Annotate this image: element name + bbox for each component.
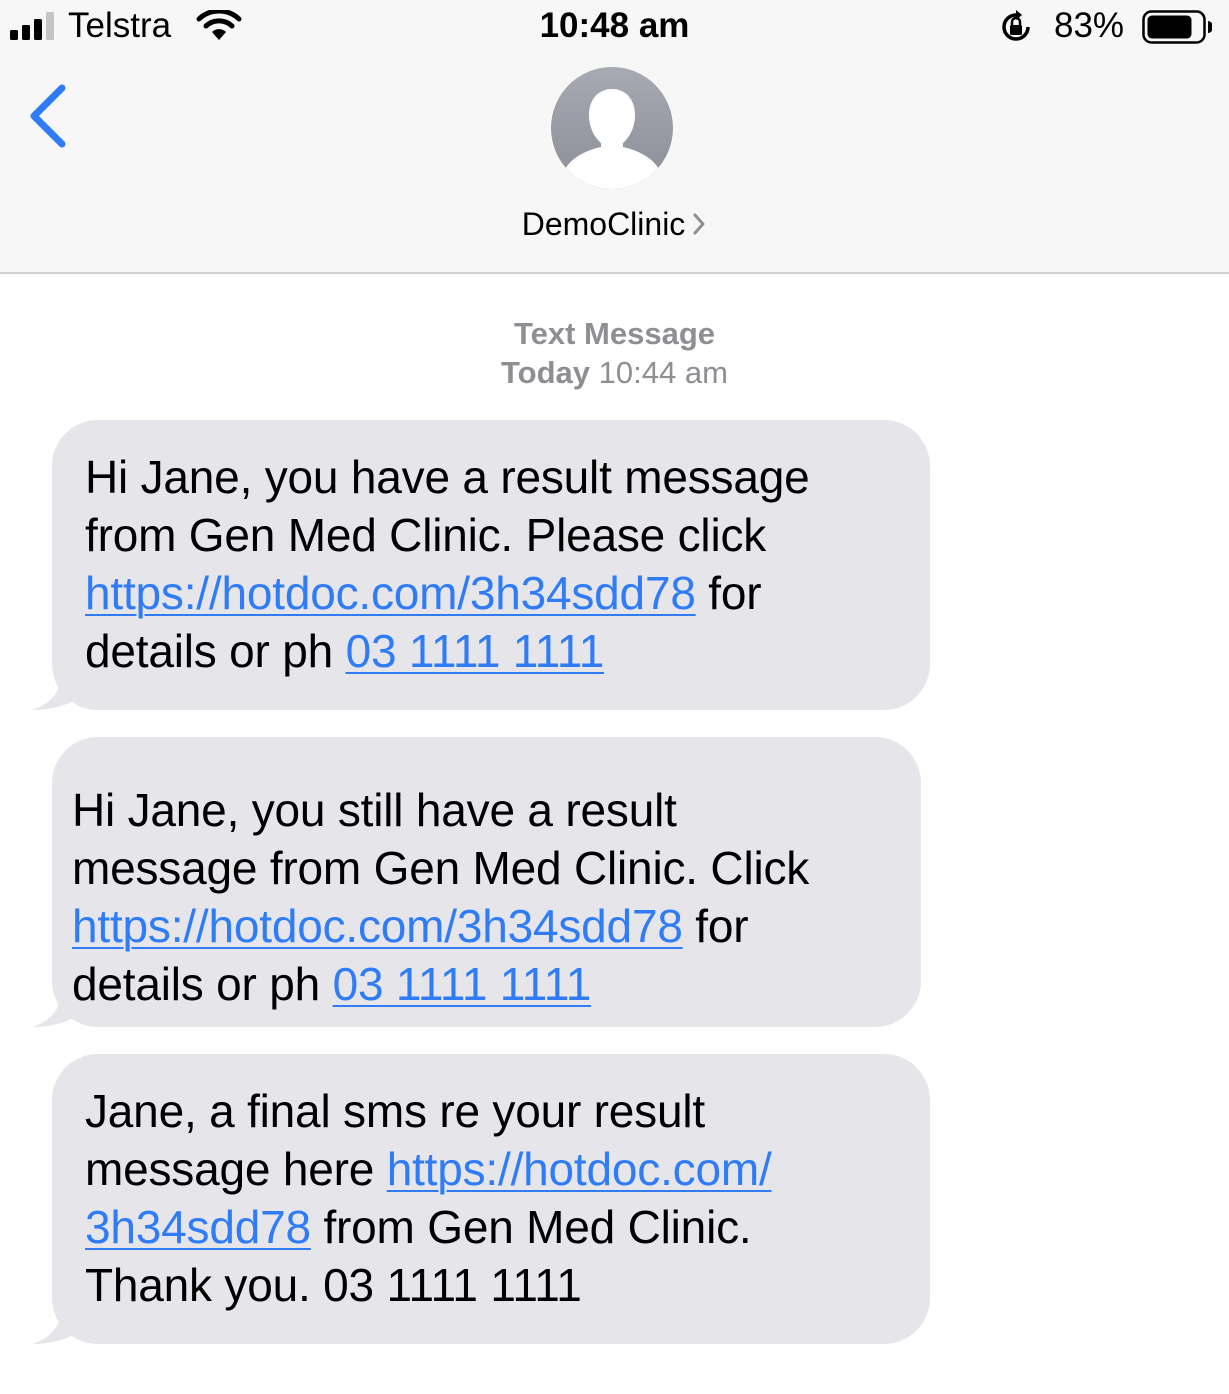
message-link[interactable]: https://hotdoc.com/3h34sdd78: [72, 900, 683, 952]
message-body: Hi Jane, you still have a result message…: [52, 737, 921, 1013]
battery-icon: [1142, 10, 1212, 44]
message-line: Hi Jane, you have a result message: [85, 451, 810, 503]
message-bubble[interactable]: Hi Jane, you have a result message from …: [32, 420, 930, 710]
contact-name-button[interactable]: DemoClinic: [0, 202, 1229, 246]
conversation-header: Telstra 10:48 am 83% DemoClinic: [0, 0, 1229, 274]
chevron-left-icon: [30, 84, 66, 148]
message-line: https://hotdoc.com/3h34sdd78 for: [85, 564, 930, 622]
thread-date: Today 10:44 am: [0, 353, 1229, 392]
chevron-right-icon: [693, 213, 705, 235]
message-text: details or ph: [85, 625, 346, 677]
thread-timestamp: Text Message Today 10:44 am: [0, 314, 1229, 392]
message-text: from Gen Med Clinic.: [310, 1201, 752, 1253]
message-body: Hi Jane, you have a result message from …: [52, 420, 930, 680]
message-link[interactable]: https://hotdoc.com/3h34sdd78: [85, 567, 696, 619]
message-line: Jane, a final sms re your result: [85, 1085, 705, 1137]
phone-link[interactable]: 03 1111 1111: [333, 958, 592, 1010]
message-bubble[interactable]: Jane, a final sms re your result message…: [32, 1054, 930, 1344]
message-text: for: [682, 900, 749, 952]
message-body: Jane, a final sms re your result message…: [52, 1054, 930, 1314]
back-button[interactable]: [20, 78, 80, 158]
message-line: details or ph 03 1111 1111: [85, 622, 930, 680]
message-line: 3h34sdd78 from Gen Med Clinic.: [85, 1198, 930, 1256]
message-line: from Gen Med Clinic. Please click: [85, 509, 767, 561]
thread-kind: Text Message: [513, 316, 715, 351]
message-text: message here: [85, 1143, 387, 1195]
phone-link[interactable]: 03 1111 1111: [346, 625, 605, 677]
status-bar: Telstra 10:48 am 83%: [0, 0, 1229, 52]
message-text: for: [695, 567, 762, 619]
message-line: message here https://hotdoc.com/: [85, 1140, 930, 1198]
message-line: message from Gen Med Clinic. Click: [72, 842, 810, 894]
message-text: details or ph: [72, 958, 333, 1010]
status-time: 10:48 am: [539, 6, 690, 45]
contact-avatar[interactable]: [551, 67, 673, 189]
contact-name: DemoClinic: [521, 206, 686, 242]
thread-time: 10:44 am: [598, 355, 728, 390]
thread-day: Today: [501, 355, 591, 390]
orientation-lock-icon: [1002, 10, 1030, 41]
person-silhouette-icon: [565, 89, 659, 189]
message-link[interactable]: https://hotdoc.com/: [387, 1143, 772, 1195]
message-line: details or ph 03 1111 1111: [72, 955, 921, 1013]
battery-percent: 83%: [1054, 6, 1125, 45]
message-line: Hi Jane, you still have a result: [72, 784, 677, 836]
message-line: https://hotdoc.com/3h34sdd78 for: [72, 897, 921, 955]
message-bubble[interactable]: Hi Jane, you still have a result message…: [32, 737, 921, 1027]
message-link[interactable]: 3h34sdd78: [85, 1201, 311, 1253]
message-line: Thank you. 03 1111 1111: [85, 1259, 582, 1311]
